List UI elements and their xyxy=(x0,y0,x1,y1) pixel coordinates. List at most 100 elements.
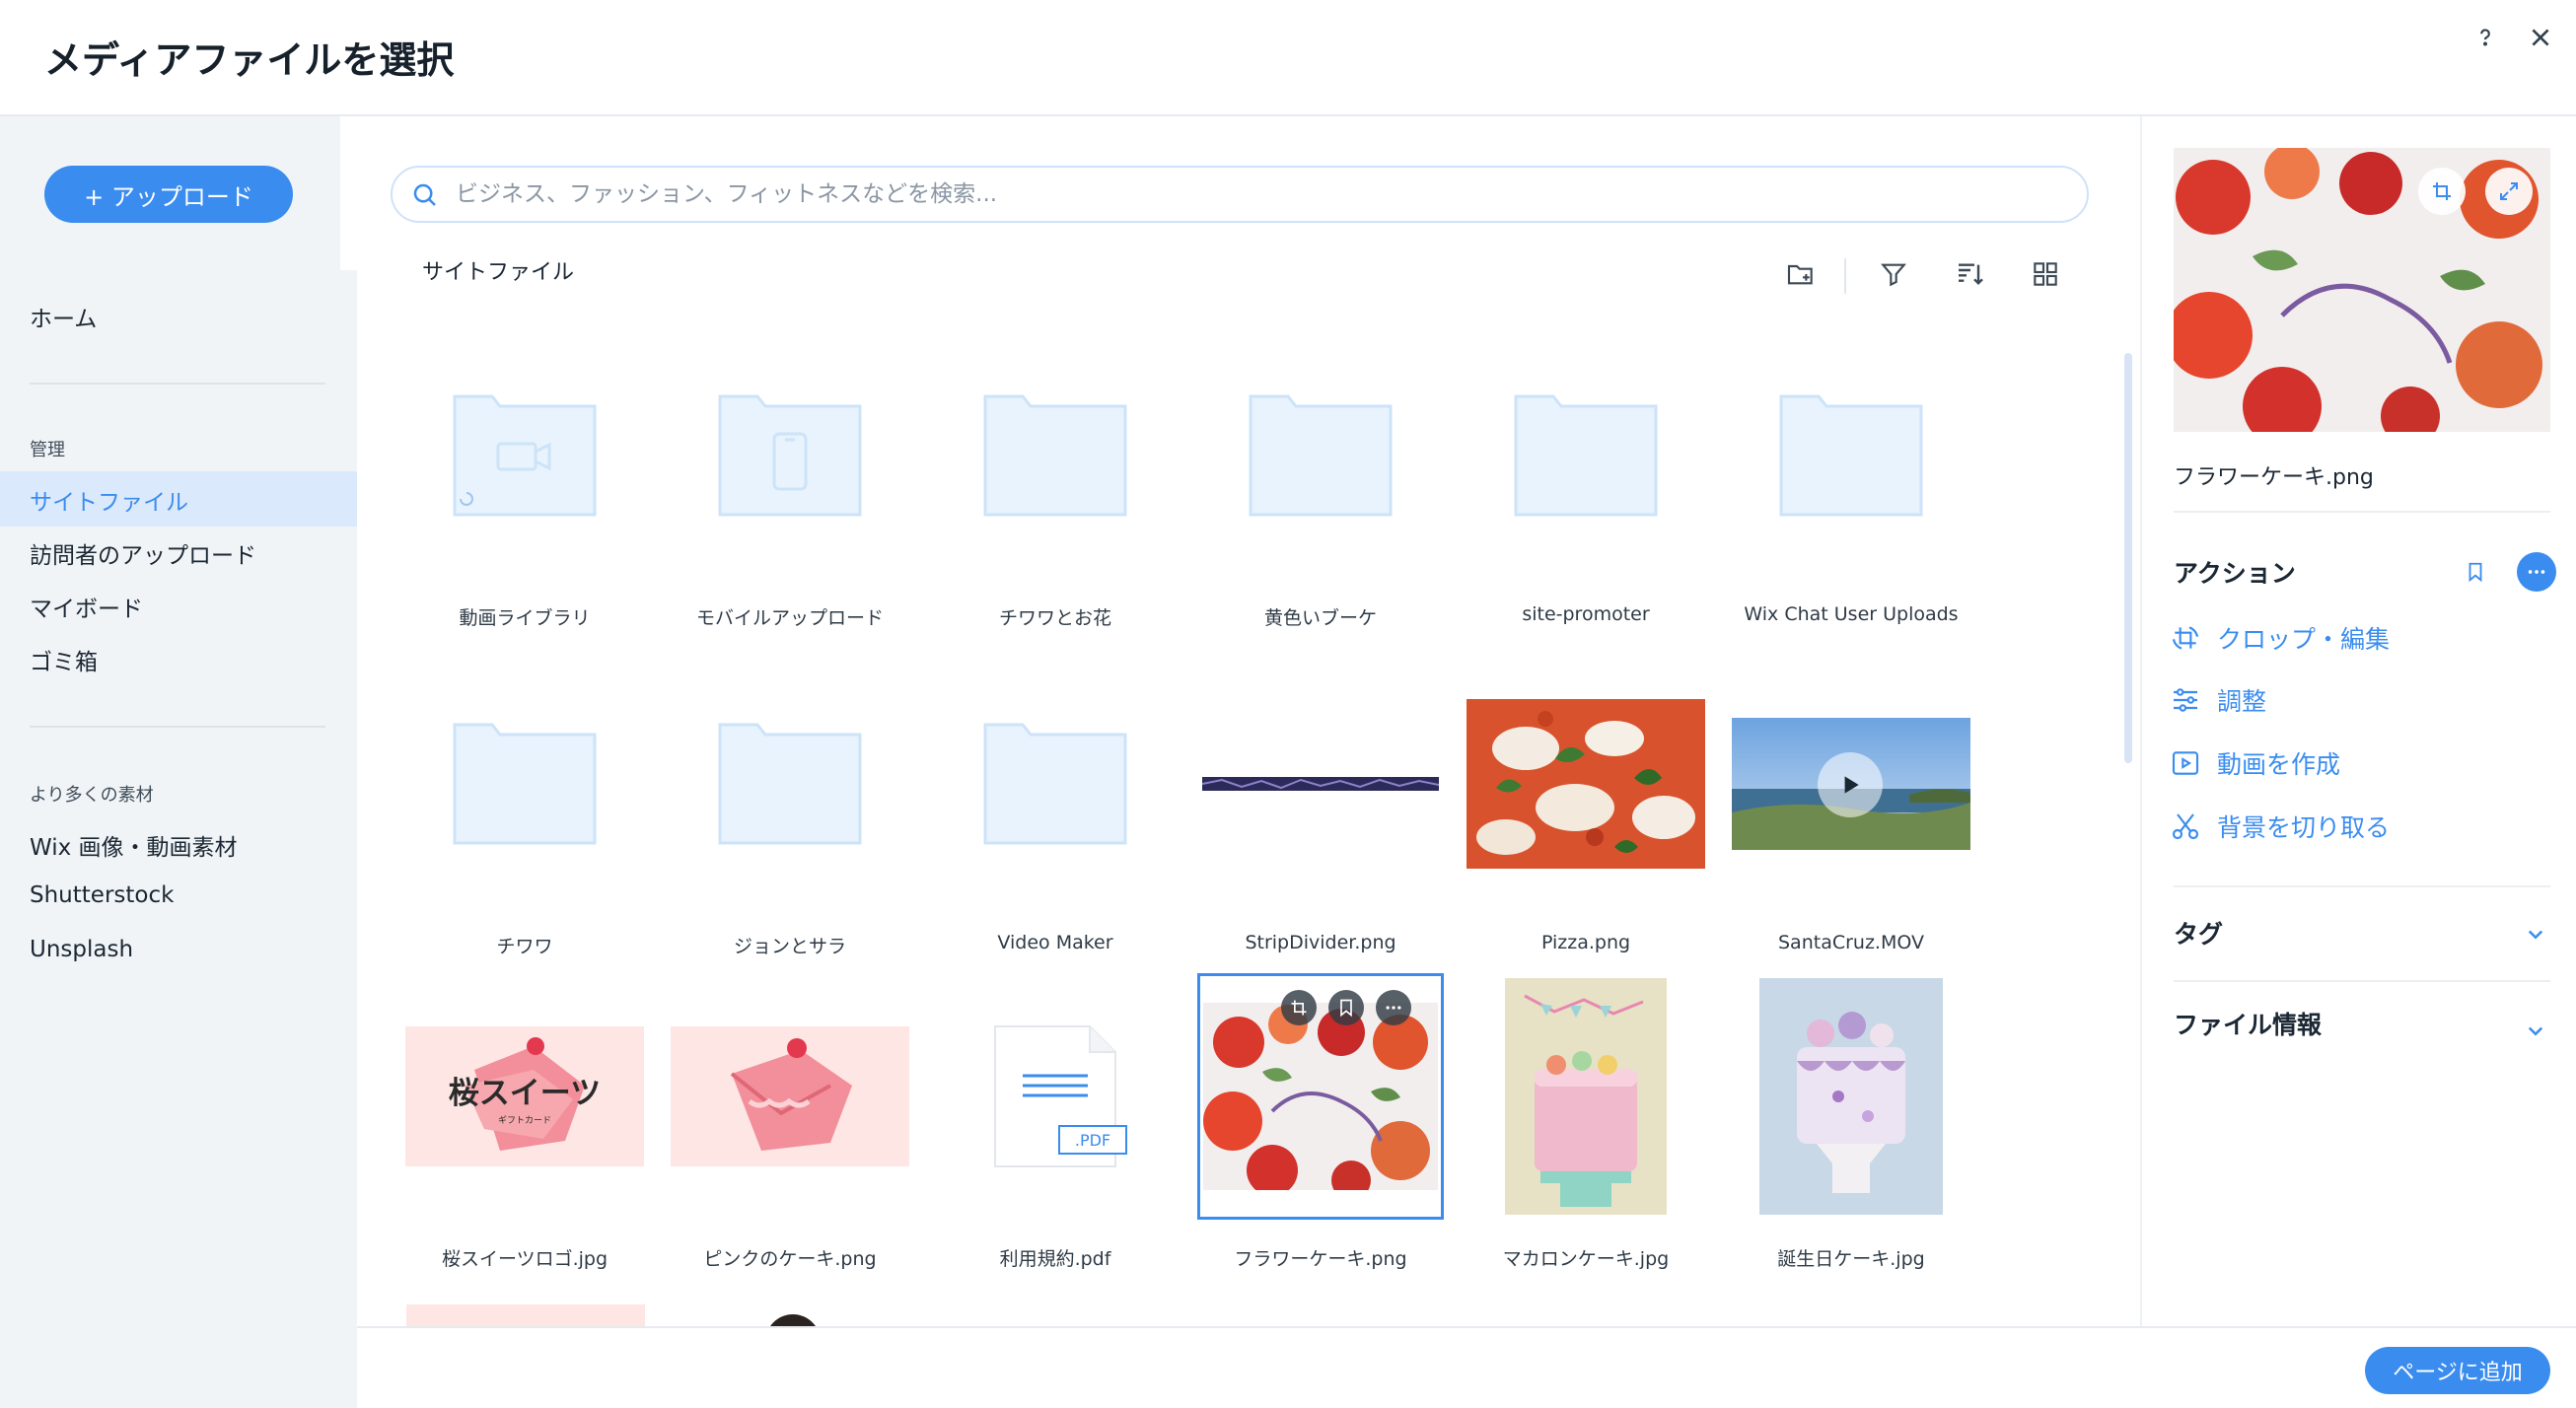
tile-label: ジョンとサラ xyxy=(733,936,846,957)
folder-tile[interactable]: チワワ xyxy=(404,664,645,959)
crop-icon[interactable] xyxy=(2418,168,2466,215)
folder-icon xyxy=(670,335,910,576)
video-tile[interactable]: SantaCruz.MOV xyxy=(1731,664,1971,959)
action-label: 調整 xyxy=(2217,687,2267,716)
image-tile[interactable]: ピンクのケーキ.png xyxy=(670,976,910,1272)
tags-section-header[interactable]: タグ xyxy=(2174,915,2223,950)
sidebar-divider xyxy=(30,383,325,385)
sidebar-item-unsplash[interactable]: Unsplash xyxy=(30,937,133,962)
grid-view-icon[interactable] xyxy=(2026,254,2065,294)
sidebar-section-manage: 管理 xyxy=(30,440,65,460)
sidebar-item-home[interactable]: ホーム xyxy=(30,300,97,333)
tile-label: 黄色いブーケ xyxy=(1263,607,1377,629)
search-bar[interactable] xyxy=(391,166,2089,223)
santacruz-thumbnail xyxy=(1731,664,1971,904)
tile-label: チワワ xyxy=(496,936,553,957)
video-play-icon xyxy=(2172,751,2199,775)
image-tile[interactable]: 誕生日ケーキ.jpg xyxy=(1731,976,1971,1272)
tile-label: 誕生日ケーキ.jpg xyxy=(1777,1248,1925,1270)
search-input[interactable] xyxy=(456,181,2034,207)
close-icon[interactable] xyxy=(2521,18,2560,57)
folder-tile[interactable]: チワワとお花 xyxy=(935,335,1176,631)
tile-label: StripDivider.png xyxy=(1245,932,1396,953)
sidebar-item-my-boards[interactable]: マイボード xyxy=(30,590,143,623)
folder-icon xyxy=(935,664,1176,904)
folder-tile[interactable]: 動画ライブラリ xyxy=(404,335,645,631)
file-info-section-header[interactable]: ファイル情報 xyxy=(2174,1006,2322,1041)
tile-label: 利用規約.pdf xyxy=(999,1248,1111,1270)
tile-label: Video Maker xyxy=(997,932,1113,953)
tile-label: SantaCruz.MOV xyxy=(1778,932,1924,953)
image-tile[interactable]: StripDivider.png xyxy=(1200,664,1441,959)
add-to-page-button[interactable]: ページに追加 xyxy=(2365,1347,2550,1394)
partial-tile xyxy=(406,1304,645,1326)
tile-label: チワワとお花 xyxy=(998,607,1111,629)
folder-icon xyxy=(404,335,645,576)
folder-icon xyxy=(404,664,645,904)
image-tile-selected[interactable]: フラワーケーキ.png xyxy=(1197,973,1444,1272)
play-icon[interactable] xyxy=(1818,752,1883,817)
more-actions-button[interactable] xyxy=(2517,552,2556,592)
folder-tile[interactable]: モバイルアップロード xyxy=(670,335,910,631)
folder-tile[interactable]: Video Maker xyxy=(935,664,1176,959)
image-tile[interactable]: Pizza.png xyxy=(1466,664,1706,959)
sidebar-section-more: より多くの素材 xyxy=(30,785,154,806)
actions-heading: アクション xyxy=(2174,559,2296,588)
bookmark-icon[interactable] xyxy=(1328,990,1364,1025)
filter-icon[interactable] xyxy=(1874,254,1913,294)
folder-tile[interactable]: site-promoter xyxy=(1466,335,1706,631)
search-icon xyxy=(413,183,436,206)
sort-icon[interactable] xyxy=(1951,254,1990,294)
crop-icon[interactable] xyxy=(1281,990,1317,1025)
tile-label: site-promoter xyxy=(1522,603,1650,625)
birthday-cake-thumbnail xyxy=(1731,976,1971,1217)
crop-edit-action[interactable]: クロップ・編集 xyxy=(2170,618,2390,658)
image-tile[interactable]: 桜スイーツ ギフトカード 桜スイーツロゴ.jpg xyxy=(404,976,645,1272)
tile-label: モバイルアップロード xyxy=(695,607,884,629)
create-video-action[interactable]: 動画を作成 xyxy=(2170,743,2340,783)
folder-icon xyxy=(670,664,910,904)
sidebar-divider xyxy=(30,726,325,728)
sidebar-item-visitor-uploads[interactable]: 訪問者のアップロード xyxy=(30,536,256,570)
sakura-logo-subtext: ギフトカード xyxy=(497,1116,551,1126)
adjust-action[interactable]: 調整 xyxy=(2170,680,2266,720)
scissors-icon xyxy=(2172,813,2199,840)
action-label: 動画を作成 xyxy=(2217,750,2341,779)
document-tile[interactable]: .PDF 利用規約.pdf xyxy=(935,976,1176,1272)
image-tile[interactable]: マカロンケーキ.jpg xyxy=(1466,976,1706,1272)
folder-tile[interactable]: ジョンとサラ xyxy=(670,664,910,959)
bookmark-icon[interactable] xyxy=(2458,554,2493,590)
expand-icon[interactable] xyxy=(2485,168,2533,215)
more-icon[interactable] xyxy=(1376,990,1411,1025)
new-folder-icon[interactable] xyxy=(1781,254,1821,294)
pink-cake-thumbnail xyxy=(670,976,910,1217)
sidebar-item-shutterstock[interactable]: Shutterstock xyxy=(30,882,174,908)
grid-scrollbar[interactable] xyxy=(2124,353,2132,763)
pdf-document-icon: .PDF xyxy=(935,976,1176,1217)
tile-label: マカロンケーキ.jpg xyxy=(1502,1248,1670,1270)
chevron-down-icon[interactable] xyxy=(2521,919,2550,949)
chevron-down-icon[interactable] xyxy=(2521,1016,2550,1045)
pdf-badge: .PDF xyxy=(1058,1125,1127,1155)
sidebar-item-site-files[interactable]: サイトファイル xyxy=(30,483,188,517)
pizza-thumbnail xyxy=(1466,664,1706,904)
tile-label: 動画ライブラリ xyxy=(459,607,591,629)
sliders-icon xyxy=(2174,688,2197,712)
action-label: 背景を切り取る xyxy=(2217,813,2391,842)
tile-label: Pizza.png xyxy=(1540,932,1631,953)
macaron-cake-thumbnail xyxy=(1466,976,1706,1217)
sidebar-item-wix-media[interactable]: Wix 画像・動画素材 xyxy=(30,828,238,862)
folder-tile[interactable]: Wix Chat User Uploads xyxy=(1731,335,1971,631)
folder-icon xyxy=(1466,335,1706,576)
sakura-logo-thumbnail: 桜スイーツ ギフトカード xyxy=(404,976,645,1217)
tile-label: Wix Chat User Uploads xyxy=(1744,603,1959,625)
sidebar-item-trash[interactable]: ゴミ箱 xyxy=(30,643,98,676)
sakura-logo-text: 桜スイーツ xyxy=(448,1076,602,1111)
dialog-footer xyxy=(357,1326,2576,1408)
selected-filename: フラワーケーキ.png xyxy=(2174,465,2374,490)
question-icon[interactable] xyxy=(2466,18,2505,57)
remove-background-action[interactable]: 背景を切り取る xyxy=(2170,807,2390,846)
tile-label: 桜スイーツロゴ.jpg xyxy=(441,1248,608,1270)
upload-button[interactable]: + アップロード xyxy=(44,166,293,223)
folder-tile[interactable]: 黄色いブーケ xyxy=(1200,335,1441,631)
